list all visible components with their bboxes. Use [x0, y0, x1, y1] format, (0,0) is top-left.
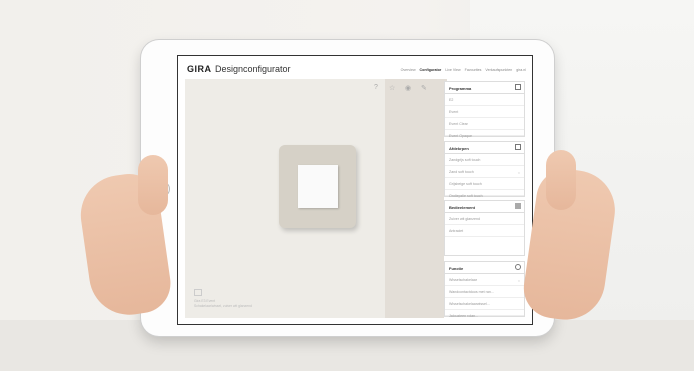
functions-title: Functie [449, 265, 464, 271]
list-item[interactable]: Event Clear [445, 118, 524, 130]
nav-verkaufspunkten[interactable]: Verkaufspunkten [485, 68, 512, 72]
list-item[interactable]: Grijsbeige soft touch [445, 178, 524, 190]
list-item-label: Zand soft touch [449, 170, 474, 174]
left-thumb [138, 155, 168, 215]
programs-section: Programma E2 Event Event Clear Event Opa… [444, 81, 525, 138]
preview-shadow-area [385, 79, 447, 318]
list-item[interactable]: Event [445, 106, 524, 118]
list-item-label: Event Clear [449, 122, 468, 126]
list-item[interactable]: Ondiepzlie soft touch [445, 190, 524, 198]
list-item[interactable]: E2 [445, 94, 524, 106]
list-item-label: Event [449, 110, 459, 114]
programs-title: Programma [449, 85, 472, 91]
nav-gira-nl[interactable]: gira.nl [516, 68, 526, 72]
nav-live-view[interactable]: Live View [445, 68, 460, 72]
list-item-label: Wisselschakelaarwissel... [449, 302, 490, 306]
inserts-section: Bedieelement Zuiver wit glanzend Antraci… [444, 200, 525, 256]
list-item[interactable]: Zandgrijs soft touch [445, 154, 524, 166]
product-caption: Gira E3 Event Schakelaar/wissel, zuiver … [194, 289, 252, 308]
star-icon[interactable]: ☆ [389, 84, 395, 92]
list-item[interactable]: Antraciet [445, 225, 524, 237]
list-item[interactable]: Wisselschakelaarwissel... [445, 298, 524, 310]
finishes-header[interactable]: Afdekrpen [445, 142, 524, 154]
list-item[interactable]: Event Opaque [445, 130, 524, 138]
app-screen: GIRA Designconfigurator Overview Configu… [177, 55, 533, 325]
list-item-label: Zandgrijs soft touch [449, 158, 481, 162]
options-panel: Programma E2 Event Event Clear Event Opa… [444, 81, 525, 320]
copy-icon[interactable] [515, 84, 521, 90]
functions-section: Functie Wisselschakelaar ○ Wandcontactdoo… [444, 261, 525, 318]
list-item[interactable]: Zuiver wit glanzend [445, 213, 524, 225]
gira-logo: GIRA [187, 64, 212, 74]
product-thumb-icon [194, 289, 202, 296]
info-icon[interactable]: ○ [518, 278, 520, 283]
list-item-label: Zuiver wit glanzend [449, 217, 480, 221]
list-item-label: Ondiepzlie soft touch [449, 194, 483, 198]
nav-overview[interactable]: Overview [401, 68, 416, 72]
functions-header[interactable]: Functie [445, 262, 524, 274]
list-item-label: Event Opaque [449, 134, 472, 138]
list-item-label: Grijsbeige soft touch [449, 182, 482, 186]
help-icon[interactable]: ? [374, 84, 378, 91]
square-icon[interactable] [515, 144, 521, 150]
preview-stage: ? ☆ ◉ ✎ Gira E3 Event Schakelaar/wissel,… [185, 79, 447, 318]
right-thumb [546, 150, 576, 210]
list-item[interactable]: Wisselschakelaar ○ [445, 274, 524, 286]
eye-icon[interactable]: ◉ [405, 84, 411, 92]
inserts-title: Bedieelement [449, 204, 476, 210]
info-icon[interactable]: ○ [518, 170, 520, 175]
list-item[interactable]: Jalouzieen rolan... [445, 310, 524, 318]
main-nav: Overview Configurator Live View Favourit… [401, 68, 526, 72]
finishes-section: Afdekrpen Zandgrijs soft touch Zand soft… [444, 141, 525, 198]
switch-rocker[interactable] [298, 165, 338, 208]
list-item-label: E2 [449, 98, 454, 102]
inserts-header[interactable]: Bedieelement [445, 201, 524, 213]
filled-square-icon[interactable] [515, 203, 521, 209]
top-bar: GIRA Designconfigurator Overview Configu… [178, 56, 532, 79]
list-item-label: Wandcontactdoos met ran... [449, 290, 494, 294]
nav-configurator[interactable]: Configurator [420, 68, 442, 72]
app-title: Designconfigurator [215, 64, 291, 74]
pencil-icon[interactable]: ✎ [421, 84, 427, 92]
list-item[interactable]: Zand soft touch ○ [445, 166, 524, 178]
programs-header[interactable]: Programma [445, 82, 524, 94]
gear-icon[interactable] [515, 264, 521, 270]
finishes-title: Afdekrpen [449, 145, 469, 151]
product-caption-line1: Gira E3 Event [194, 299, 216, 303]
nav-favourites[interactable]: Favourites [465, 68, 482, 72]
list-item-label: Jalouzieen rolan... [449, 314, 479, 318]
list-item-label: Wisselschakelaar [449, 278, 477, 282]
list-item-label: Antraciet [449, 229, 464, 233]
product-caption-line2: Schakelaar/wissel, zuiver wit glanzend [194, 303, 252, 308]
list-item[interactable]: Wandcontactdoos met ran... [445, 286, 524, 298]
